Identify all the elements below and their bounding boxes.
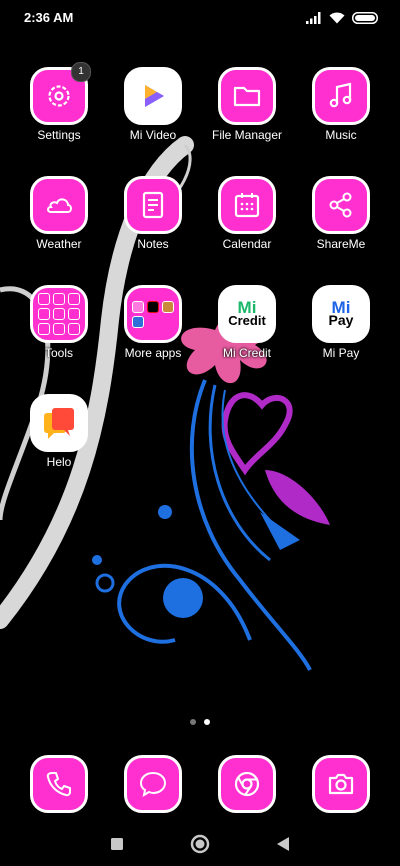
app-settings[interactable]: 1 Settings (14, 62, 104, 142)
file-manager-icon-tile (218, 67, 276, 125)
app-label: Helo (46, 455, 72, 469)
page-dot-current[interactable] (204, 719, 210, 725)
app-label: ShareMe (316, 237, 366, 251)
app-label: Mi Video (129, 128, 177, 142)
folder-preview (132, 300, 174, 328)
note-icon (142, 191, 164, 219)
app-label: Notes (137, 237, 169, 251)
signal-icon (306, 12, 321, 24)
phone-icon-tile (30, 755, 88, 813)
mi-pay-logo: Mi Pay (328, 298, 354, 328)
status-time: 2:36 AM (24, 10, 74, 25)
app-label: Calendar (222, 237, 272, 251)
app-label: File Manager (211, 128, 283, 142)
app-calendar[interactable]: Calendar (202, 176, 292, 251)
share-icon (329, 192, 352, 218)
gear-icon (48, 85, 70, 107)
weather-icon-tile (30, 176, 88, 234)
cloud-icon (47, 198, 72, 213)
home-button[interactable] (178, 822, 222, 866)
mi-credit-icon-tile: Mi Credit (218, 285, 276, 343)
page-dot[interactable] (190, 719, 196, 725)
music-note-icon (329, 82, 352, 108)
app-shareme[interactable]: ShareMe (296, 176, 386, 251)
app-label: Music (325, 128, 357, 142)
status-icons (306, 12, 378, 24)
app-weather[interactable]: Weather (14, 176, 104, 251)
app-notes[interactable]: Notes (108, 176, 198, 251)
folder-more-apps[interactable]: More apps (108, 285, 198, 360)
messages-icon-tile (124, 755, 182, 813)
browser-icon-tile (218, 755, 276, 813)
music-icon-tile (312, 67, 370, 125)
tools-folder-tile (30, 285, 88, 343)
page-indicator (0, 719, 400, 725)
app-mi-video[interactable]: Mi Video (108, 67, 198, 142)
circle-icon (190, 834, 210, 854)
app-label: Tools (44, 346, 73, 360)
mi-video-icon-tile (124, 67, 182, 125)
back-triangle-icon (277, 837, 289, 851)
dock-phone[interactable] (14, 755, 104, 813)
helo-icon-tile (30, 394, 88, 452)
chat-bubbles-icon (44, 408, 74, 439)
back-button[interactable] (261, 822, 305, 866)
dock-messages[interactable] (108, 755, 198, 813)
dock (0, 755, 400, 817)
square-icon (111, 838, 123, 850)
app-label: Mi Credit (222, 346, 271, 360)
status-bar: 2:36 AM (0, 0, 400, 36)
app-label: Weather (36, 237, 82, 251)
play-icon (145, 85, 164, 107)
more-apps-folder-tile (124, 285, 182, 343)
navigation-bar (0, 822, 400, 866)
notes-icon-tile (124, 176, 182, 234)
camera-icon (328, 773, 354, 795)
app-mi-credit[interactable]: Mi Credit Mi Credit (202, 285, 292, 360)
folder-tools[interactable]: Tools (14, 285, 104, 360)
message-icon (139, 771, 167, 798)
app-helo[interactable]: Helo (14, 394, 104, 469)
folder-icon (233, 86, 261, 107)
notification-badge: 1 (71, 62, 91, 82)
shareme-icon-tile (312, 176, 370, 234)
folder-preview (38, 293, 80, 335)
recents-button[interactable] (95, 822, 139, 866)
calendar-icon-tile (218, 176, 276, 234)
app-label: Mi Pay (322, 346, 360, 360)
dock-browser[interactable] (202, 755, 292, 813)
calendar-icon (234, 193, 260, 218)
mi-pay-icon-tile: Mi Pay (312, 285, 370, 343)
settings-icon-tile: 1 (30, 62, 91, 125)
battery-icon (352, 12, 378, 24)
mi-credit-logo: Mi Credit (228, 298, 266, 328)
phone-icon (46, 772, 71, 797)
app-music[interactable]: Music (296, 67, 386, 142)
dock-camera[interactable] (296, 755, 386, 813)
app-label: Settings (37, 128, 81, 142)
wifi-icon (329, 12, 345, 24)
camera-icon-tile (312, 755, 370, 813)
app-file-manager[interactable]: File Manager (202, 67, 292, 142)
browser-icon (234, 771, 260, 797)
app-mi-pay[interactable]: Mi Pay Mi Pay (296, 285, 386, 360)
app-grid: 1 Settings Mi Video File Manager Music W… (0, 0, 400, 866)
app-label: More apps (124, 346, 182, 360)
